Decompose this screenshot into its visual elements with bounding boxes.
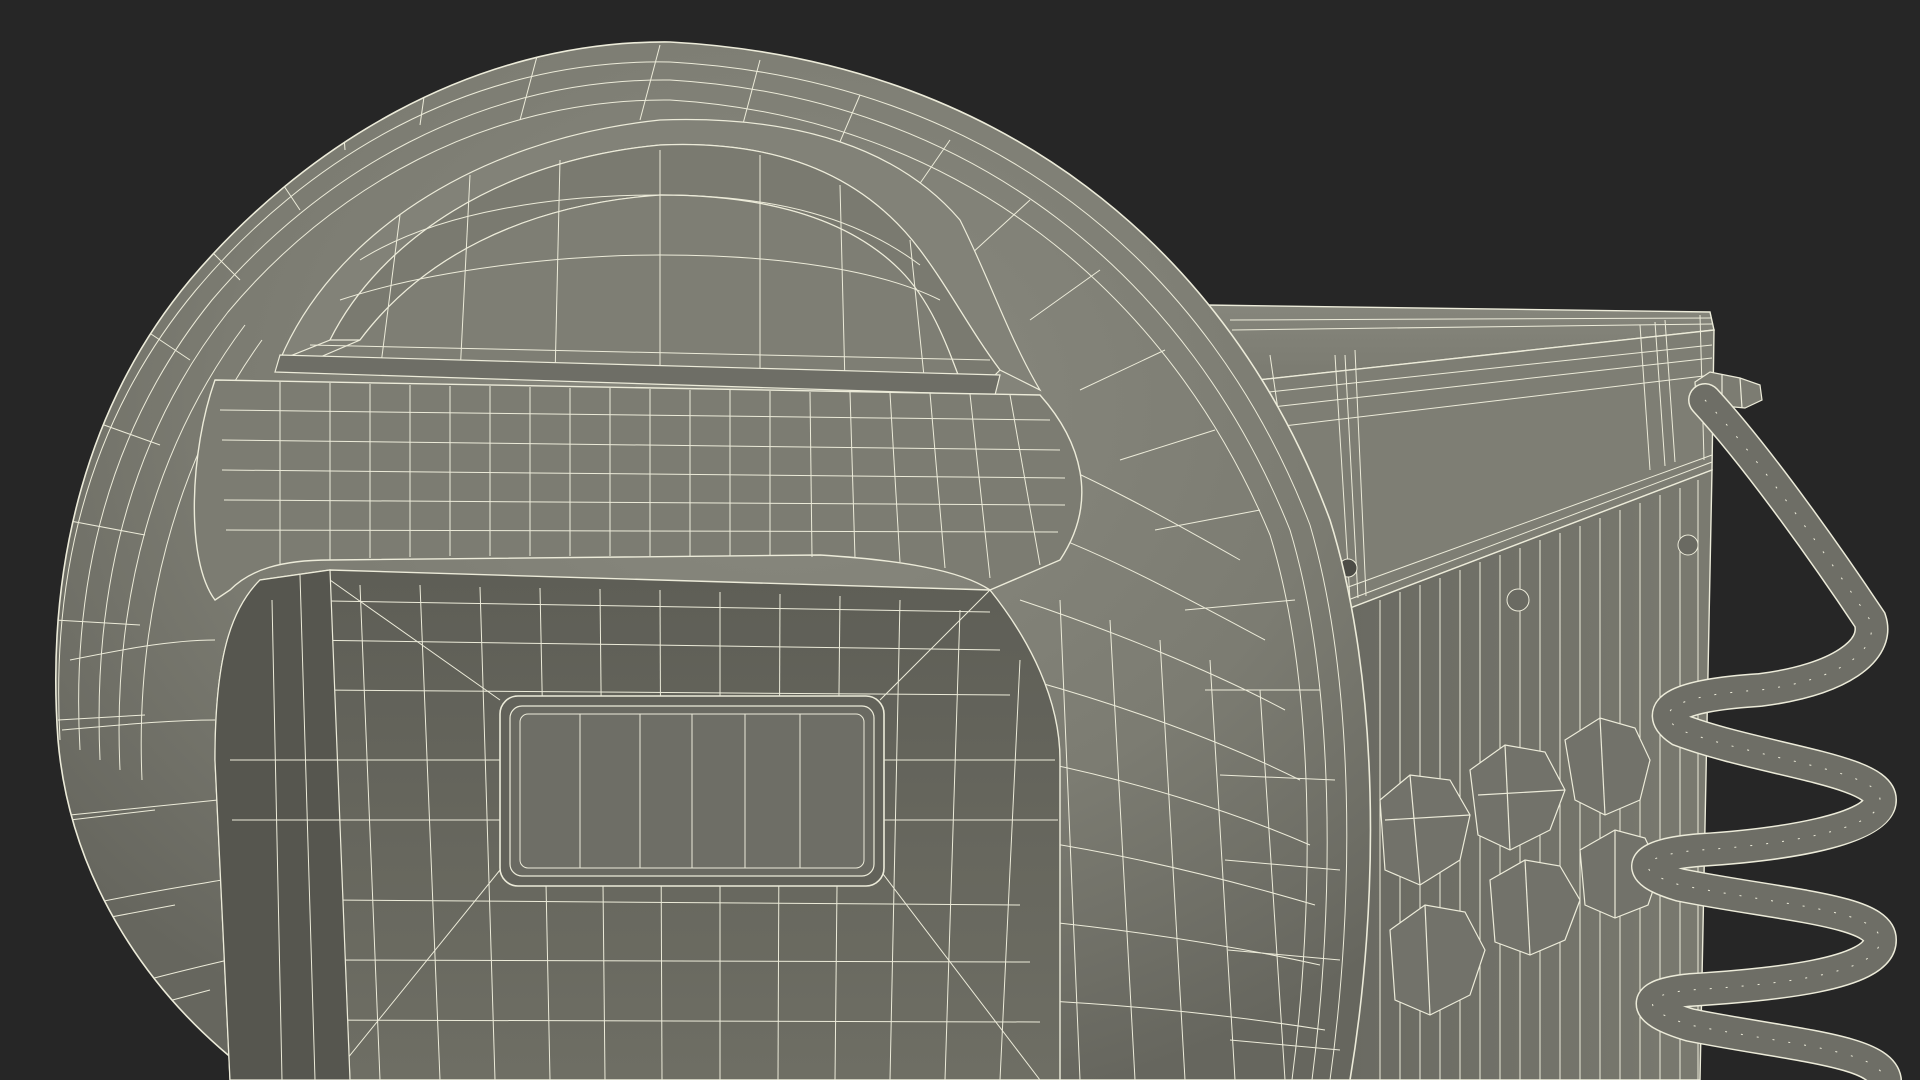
welding-helmet xyxy=(55,41,1372,1080)
bolt-icon xyxy=(1677,534,1699,556)
bolt-icon xyxy=(1506,588,1530,612)
wireframe-render xyxy=(55,41,1902,1080)
viewing-window-wireframe xyxy=(499,695,885,887)
